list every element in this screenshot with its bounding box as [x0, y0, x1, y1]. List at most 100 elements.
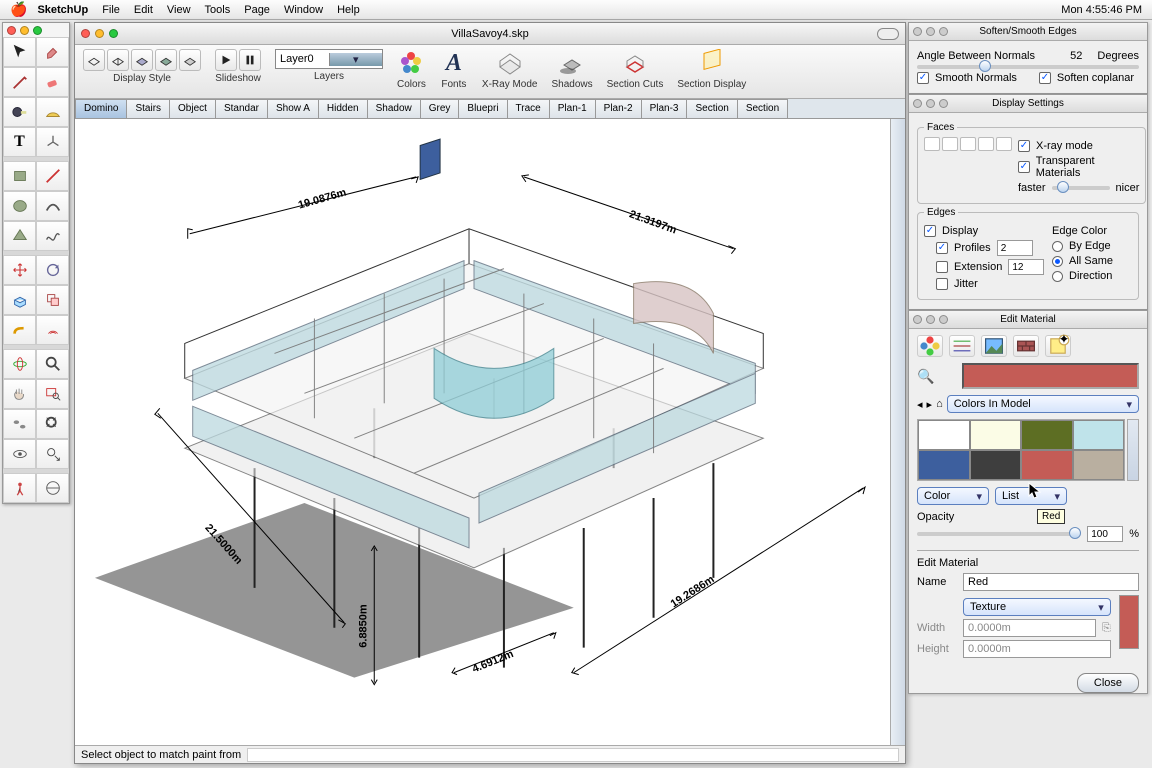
- zoom-icon[interactable]: [109, 29, 118, 38]
- close-icon[interactable]: [7, 26, 16, 35]
- xray-checkbox[interactable]: [1018, 140, 1030, 152]
- shadows-icon[interactable]: [558, 49, 586, 77]
- swatch-3[interactable]: [1073, 420, 1125, 450]
- tool-text[interactable]: T: [3, 127, 36, 157]
- swatch-5[interactable]: [970, 450, 1022, 480]
- swatch-4[interactable]: [918, 450, 970, 480]
- mode-color-select[interactable]: Color▾: [917, 487, 989, 505]
- tool-rotate[interactable]: [36, 255, 69, 285]
- tab-object[interactable]: Object: [169, 99, 216, 118]
- swatch-2[interactable]: [1021, 420, 1073, 450]
- pause-icon[interactable]: [239, 49, 261, 71]
- menu-edit[interactable]: Edit: [134, 4, 153, 16]
- angle-slider[interactable]: [917, 65, 1139, 69]
- edit-color-swatch[interactable]: [1119, 595, 1139, 649]
- tool-select[interactable]: [3, 37, 36, 67]
- face-style-icons[interactable]: [924, 137, 1012, 197]
- tab-trace[interactable]: Trace: [507, 99, 550, 118]
- width-input[interactable]: [963, 619, 1096, 637]
- brick-icon[interactable]: [1013, 335, 1039, 357]
- mode-list-select[interactable]: List▾: [995, 487, 1067, 505]
- by-edge-radio[interactable]: [1052, 241, 1063, 252]
- extension-checkbox[interactable]: [936, 261, 948, 273]
- link-icon[interactable]: ⎘: [1102, 622, 1111, 635]
- height-input[interactable]: [963, 640, 1111, 658]
- tab-plan1[interactable]: Plan-1: [549, 99, 596, 118]
- tool-offset[interactable]: [36, 315, 69, 345]
- all-same-radio[interactable]: [1052, 256, 1063, 267]
- document-titlebar[interactable]: VillaSavoy4.skp: [75, 23, 905, 45]
- section-cuts-icon[interactable]: [621, 49, 649, 77]
- menu-tools[interactable]: Tools: [205, 4, 231, 16]
- tool-walk[interactable]: [3, 409, 36, 439]
- display-edges-checkbox[interactable]: [924, 225, 936, 237]
- swatch-scrollbar[interactable]: [1127, 419, 1139, 481]
- menu-help[interactable]: Help: [337, 4, 360, 16]
- image-icon[interactable]: [981, 335, 1007, 357]
- nav-back-icon[interactable]: ◂: [917, 398, 923, 411]
- tool-previous[interactable]: [36, 439, 69, 469]
- xray-icon[interactable]: [496, 49, 524, 77]
- swatch-0[interactable]: [918, 420, 970, 450]
- tool-pan[interactable]: [3, 379, 36, 409]
- fonts-icon[interactable]: A: [440, 49, 468, 77]
- opacity-input[interactable]: [1087, 526, 1123, 542]
- smooth-normals-checkbox[interactable]: [917, 72, 929, 84]
- tool-zoom[interactable]: [36, 349, 69, 379]
- measurement-field[interactable]: [247, 748, 899, 762]
- jitter-checkbox[interactable]: [936, 278, 948, 290]
- extension-input[interactable]: [1008, 259, 1044, 275]
- style-wireframe-icon[interactable]: [83, 49, 105, 71]
- tab-domino[interactable]: Domino: [75, 99, 127, 118]
- tool-followme[interactable]: [3, 315, 36, 345]
- palette-titlebar[interactable]: [3, 23, 69, 37]
- tool-tape[interactable]: [3, 97, 36, 127]
- tool-pushpull[interactable]: [3, 285, 36, 315]
- toolbar-toggle-icon[interactable]: [877, 28, 899, 40]
- tool-line2[interactable]: [36, 161, 69, 191]
- tab-bluepri[interactable]: Bluepri: [458, 99, 507, 118]
- viewport-3d[interactable]: 19.0876m 21.3197m 21.5000m 19.2686m 6.88…: [75, 119, 890, 745]
- tool-move[interactable]: [3, 255, 36, 285]
- tool-position-camera[interactable]: [3, 473, 36, 503]
- texture-select[interactable]: Texture▾: [963, 598, 1111, 616]
- tab-hidden[interactable]: Hidden: [318, 99, 368, 118]
- tab-section2[interactable]: Section: [737, 99, 788, 118]
- tool-paint[interactable]: [36, 37, 69, 67]
- swatch-6[interactable]: [1021, 450, 1073, 480]
- new-material-icon[interactable]: ✦: [1045, 335, 1071, 357]
- section-display-icon[interactable]: [698, 49, 726, 77]
- layer-select[interactable]: Layer0▾: [275, 49, 383, 69]
- tool-rectangle[interactable]: [3, 161, 36, 191]
- tool-circle[interactable]: [3, 191, 36, 221]
- transparent-checkbox[interactable]: [1018, 161, 1030, 173]
- tool-eraser[interactable]: [36, 67, 69, 97]
- profiles-checkbox[interactable]: [936, 242, 948, 254]
- vertical-scrollbar[interactable]: [890, 119, 905, 745]
- swatch-1[interactable]: [970, 420, 1022, 450]
- tool-protractor[interactable]: [36, 97, 69, 127]
- tab-grey[interactable]: Grey: [420, 99, 460, 118]
- minimize-icon[interactable]: [20, 26, 29, 35]
- tool-look[interactable]: [3, 439, 36, 469]
- tool-section[interactable]: [36, 473, 69, 503]
- style-texture-icon[interactable]: [155, 49, 177, 71]
- tab-standar[interactable]: Standar: [215, 99, 268, 118]
- tab-section1[interactable]: Section: [686, 99, 737, 118]
- close-icon[interactable]: [81, 29, 90, 38]
- nav-fwd-icon[interactable]: ▸: [927, 398, 933, 411]
- style-shaded-icon[interactable]: [131, 49, 153, 71]
- tool-freehand[interactable]: [36, 221, 69, 251]
- tool-zoom-extents[interactable]: [36, 409, 69, 439]
- tool-zoom-window[interactable]: [36, 379, 69, 409]
- swatch-7[interactable]: [1073, 450, 1125, 480]
- tab-showa[interactable]: Show A: [267, 99, 319, 118]
- tool-orbit[interactable]: [3, 349, 36, 379]
- style-mono-icon[interactable]: [179, 49, 201, 71]
- apple-menu-icon[interactable]: 🍎: [10, 1, 27, 18]
- quality-slider[interactable]: [1052, 186, 1110, 190]
- profiles-input[interactable]: [997, 240, 1033, 256]
- tool-axes[interactable]: [36, 127, 69, 157]
- soften-coplanar-checkbox[interactable]: [1039, 72, 1051, 84]
- tab-plan2[interactable]: Plan-2: [595, 99, 642, 118]
